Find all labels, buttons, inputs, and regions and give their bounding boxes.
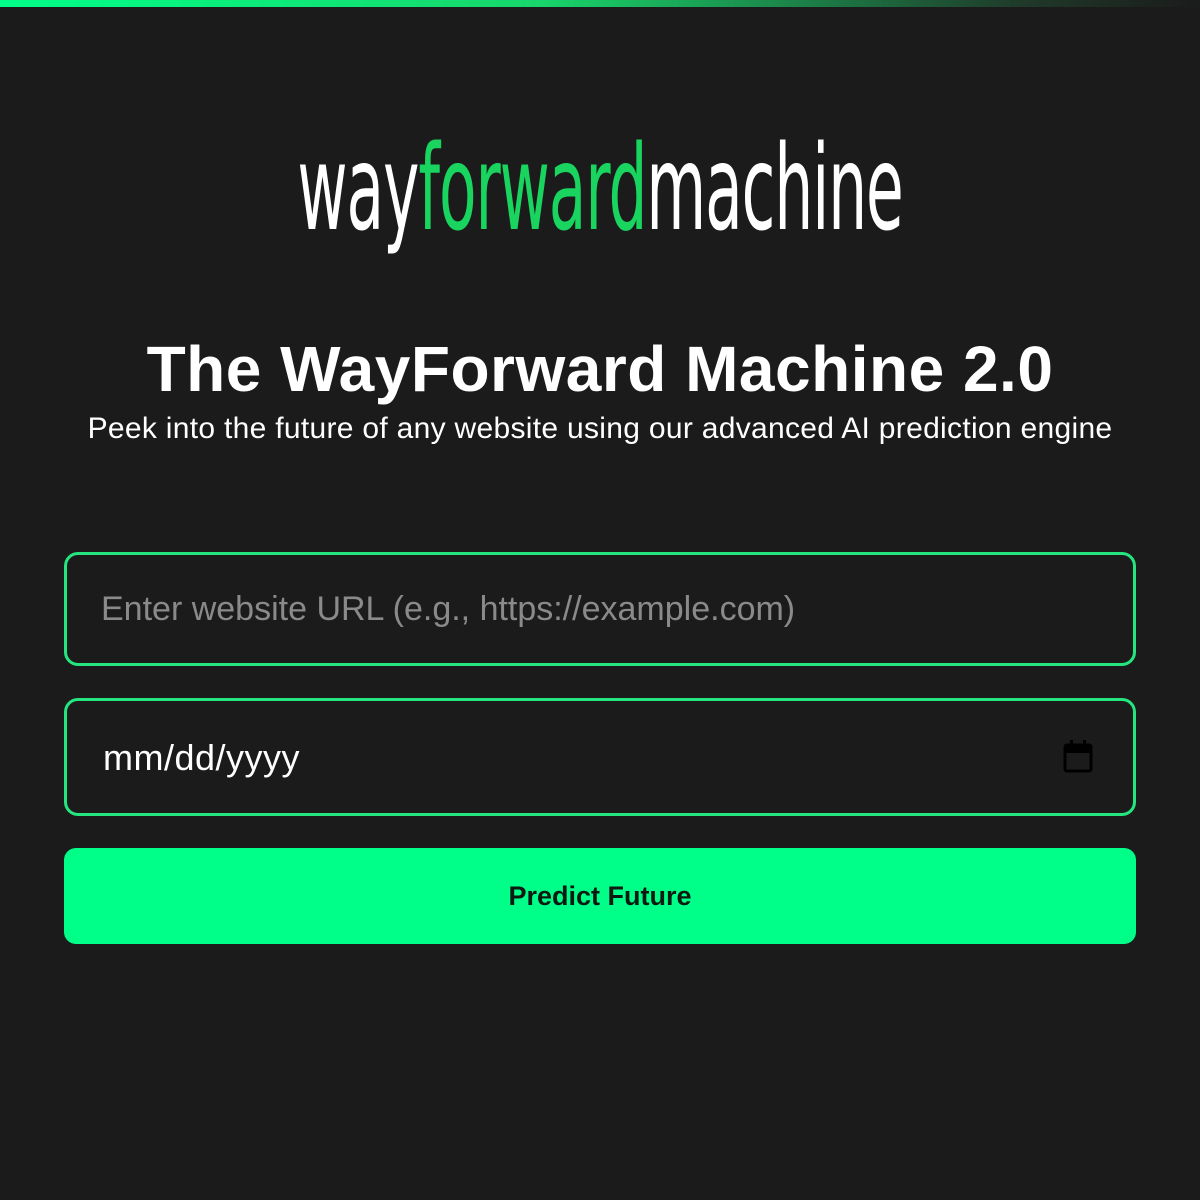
top-accent-bar <box>0 0 1200 7</box>
logo-part-forward: forward <box>418 119 647 257</box>
calendar-icon[interactable] <box>1063 739 1093 773</box>
logo-wordmark: wayforwardmachine <box>297 118 903 258</box>
logo-part-way: way <box>297 119 419 257</box>
date-input-text[interactable]: mm/dd/yyyy <box>103 737 300 779</box>
page-subtitle: Peek into the future of any website usin… <box>87 412 1113 445</box>
logo: wayforwardmachine <box>0 118 1200 278</box>
page-title: The WayForward Machine 2.0 <box>146 333 1054 405</box>
url-field[interactable] <box>64 552 1136 666</box>
date-field[interactable]: mm/dd/yyyy <box>64 698 1136 816</box>
url-input[interactable] <box>101 555 1081 663</box>
logo-part-machine: machine <box>646 119 903 257</box>
predict-future-button[interactable]: Predict Future <box>64 848 1136 944</box>
